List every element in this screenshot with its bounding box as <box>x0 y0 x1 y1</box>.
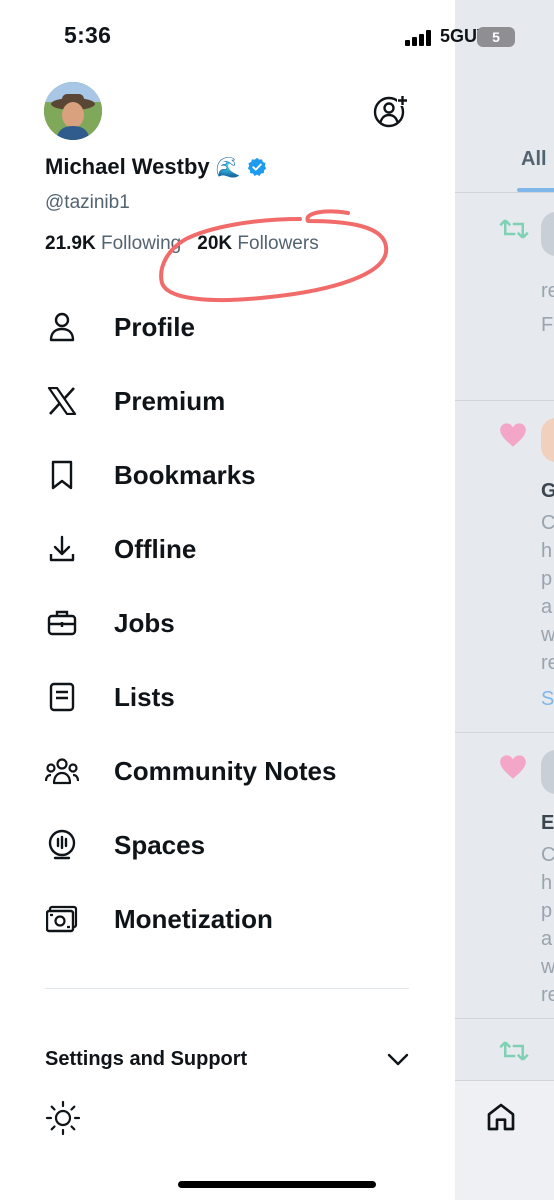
profile-name[interactable]: Michael Westby <box>45 154 210 180</box>
menu-item-jobs[interactable]: Jobs <box>0 586 455 660</box>
drawer-menu: Profile Premium Bookmarks Offline Jobs L… <box>0 290 455 956</box>
tweet-text-fragment: re <box>541 652 554 674</box>
add-account-icon[interactable] <box>372 93 408 129</box>
person-icon <box>44 309 80 345</box>
tweet-text-fragment: h <box>541 872 553 894</box>
menu-item-label: Lists <box>114 681 175 712</box>
battery-icon: 5 <box>477 27 515 47</box>
menu-item-offline[interactable]: Offline <box>0 512 455 586</box>
navigation-drawer: 5:36 5GUW 5 Michael Westby 🌊 @tazinib1 2… <box>0 0 515 1200</box>
x-logo-icon <box>44 383 80 419</box>
tweet-divider <box>455 1018 554 1019</box>
timeline-peek: All re F G C h p a w re S E C h p a w re <box>455 0 554 1200</box>
tweet-text-fragment: p <box>541 900 553 922</box>
tweet-avatar <box>541 750 554 794</box>
menu-item-monetization[interactable]: Monetization <box>0 882 455 956</box>
money-icon <box>44 901 80 937</box>
settings-label: Settings and Support <box>45 1048 248 1070</box>
tweet-divider <box>455 732 554 733</box>
tweet-text-fragment: p <box>541 568 553 590</box>
menu-item-bookmarks[interactable]: Bookmarks <box>0 438 455 512</box>
menu-item-label: Bookmarks <box>114 459 256 490</box>
heart-icon <box>500 755 526 779</box>
menu-item-profile[interactable]: Profile <box>0 290 455 364</box>
following-count: 21.9K <box>45 233 96 254</box>
tweet-author-fragment: G <box>541 480 554 502</box>
microphone-icon <box>44 827 80 863</box>
menu-item-lists[interactable]: Lists <box>0 660 455 734</box>
menu-item-label: Jobs <box>114 607 175 638</box>
list-icon <box>44 679 80 715</box>
tweet-text-fragment: a <box>541 928 553 950</box>
heart-icon <box>500 423 526 447</box>
tweet-text-fragment: a <box>541 596 553 618</box>
tweet-text-fragment: w <box>541 956 554 978</box>
chevron-down-icon <box>387 1053 409 1065</box>
verified-badge-icon <box>247 157 266 176</box>
tab-all[interactable]: All <box>521 148 547 171</box>
settings-and-support-toggle[interactable]: Settings and Support <box>45 1048 409 1071</box>
tab-divider <box>455 192 554 193</box>
status-bar: 5:36 5GUW 5 <box>0 0 554 70</box>
tweet-text-fragment: C <box>541 844 554 866</box>
status-time: 5:36 <box>64 22 112 48</box>
profile-name-row[interactable]: Michael Westby 🌊 <box>45 154 267 180</box>
bookmark-icon <box>44 457 80 493</box>
tweet-text-fragment: re <box>541 984 554 1006</box>
menu-item-label: Premium <box>114 385 226 416</box>
menu-item-spaces[interactable]: Spaces <box>0 808 455 882</box>
tweet-avatar <box>541 418 554 462</box>
menu-item-community-notes[interactable]: Community Notes <box>0 734 455 808</box>
show-more-link[interactable]: S <box>541 688 554 711</box>
home-indicator[interactable] <box>178 1181 376 1188</box>
bottom-tab-bar <box>455 1080 554 1200</box>
wave-emoji-icon: 🌊 <box>215 156 241 179</box>
avatar-image <box>44 82 102 140</box>
theme-toggle-sun-icon[interactable] <box>44 1099 82 1137</box>
tweet-avatar <box>541 212 554 256</box>
briefcase-icon <box>44 605 80 641</box>
menu-item-label: Community Notes <box>114 755 337 786</box>
menu-item-premium[interactable]: Premium <box>0 364 455 438</box>
signal-icon <box>405 30 431 46</box>
menu-item-label: Monetization <box>114 903 273 934</box>
tweet-text-fragment: h <box>541 540 553 562</box>
menu-item-label: Offline <box>114 533 197 564</box>
home-icon[interactable] <box>485 1101 517 1133</box>
tweet-text-fragment: re <box>541 280 554 302</box>
retweet-icon <box>499 219 529 239</box>
profile-avatar[interactable] <box>44 82 102 140</box>
menu-divider <box>45 988 409 989</box>
tweet-text-fragment: F <box>541 314 554 336</box>
download-icon <box>44 531 80 567</box>
tweet-text-fragment: w <box>541 624 554 646</box>
tweet-author-fragment: E <box>541 812 554 834</box>
tweet-divider <box>455 400 554 401</box>
community-icon <box>44 753 80 789</box>
retweet-icon <box>499 1041 529 1061</box>
profile-handle: @tazinib1 <box>45 192 130 213</box>
menu-item-label: Spaces <box>114 829 206 860</box>
menu-item-label: Profile <box>114 311 195 342</box>
tweet-text-fragment: C <box>541 512 554 534</box>
